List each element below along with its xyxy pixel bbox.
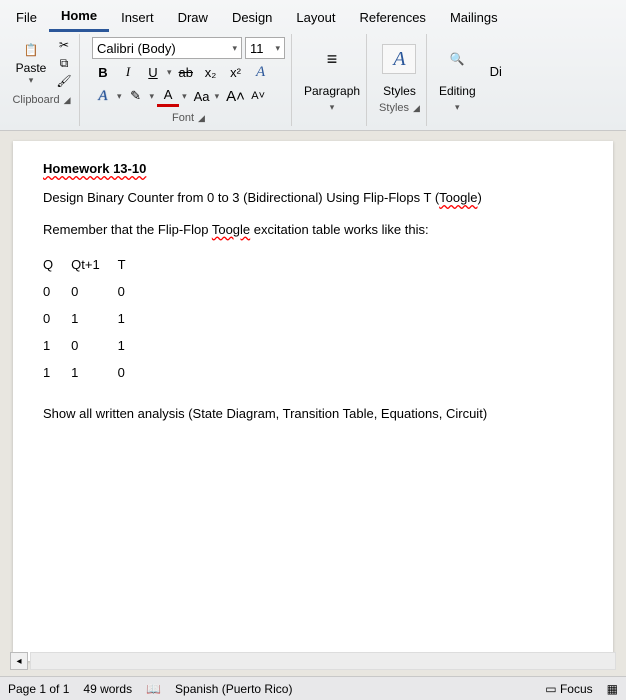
- font-size-select[interactable]: 11 ▾: [245, 37, 285, 59]
- table-row: 000: [43, 278, 144, 305]
- group-styles: A Styles Styles ◢: [373, 34, 427, 126]
- chevron-down-icon[interactable]: ▾: [455, 102, 460, 113]
- styles-label: Styles: [379, 84, 420, 98]
- chevron-down-icon: ▾: [182, 91, 187, 102]
- focus-icon: ▭: [545, 682, 556, 696]
- search-icon[interactable]: 🔍: [448, 50, 466, 68]
- group-clipboard: 📋 Paste ▾ ✂ ⧉ 🖌 Clipboard ◢: [4, 34, 80, 126]
- dialog-launcher-icon[interactable]: ◢: [64, 95, 71, 106]
- cutoff-text: Di: [488, 34, 502, 126]
- chevron-down-icon: ▾: [167, 67, 172, 78]
- status-bar: Page 1 of 1 49 words 📖 Spanish (Puerto R…: [0, 676, 626, 700]
- table-row: 011: [43, 305, 144, 332]
- change-case-button[interactable]: Aa: [190, 87, 212, 106]
- tab-draw[interactable]: Draw: [166, 4, 220, 31]
- ribbon-groups: 📋 Paste ▾ ✂ ⧉ 🖌 Clipboard ◢ Calibri (Bod…: [0, 32, 626, 130]
- superscript-button[interactable]: x²: [225, 63, 247, 82]
- grow-font-button[interactable]: A˄: [222, 86, 244, 107]
- doc-line-3: Show all written analysis (State Diagram…: [43, 404, 583, 424]
- table-header: Q Qt+1 T: [43, 251, 144, 278]
- chevron-down-icon: ▾: [117, 91, 122, 102]
- spellcheck-icon[interactable]: 📖: [146, 682, 161, 696]
- font-family-value: Calibri (Body): [97, 41, 176, 56]
- font-fill-button[interactable]: A: [92, 86, 114, 107]
- scroll-left-button[interactable]: ◂: [10, 652, 28, 670]
- chevron-down-icon: ▾: [275, 43, 280, 54]
- tab-references[interactable]: References: [347, 4, 437, 31]
- font-group-label: Font ◢: [92, 108, 285, 124]
- ribbon: File Home Insert Draw Design Layout Refe…: [0, 0, 626, 131]
- chevron-down-icon: ▾: [215, 91, 220, 102]
- editing-label: Editing: [439, 84, 476, 98]
- chevron-down-icon[interactable]: ▾: [330, 102, 335, 113]
- tab-design[interactable]: Design: [220, 4, 284, 31]
- paste-button[interactable]: 📋 Paste ▾: [10, 41, 52, 86]
- chevron-down-icon: ▾: [150, 91, 155, 102]
- text-effects-button[interactable]: A: [250, 62, 272, 83]
- cut-button[interactable]: ✂: [55, 36, 73, 54]
- read-mode-icon[interactable]: ▦: [607, 682, 618, 696]
- font-family-select[interactable]: Calibri (Body) ▾: [92, 37, 242, 59]
- strikethrough-button[interactable]: ab: [175, 63, 197, 82]
- table-row: 101: [43, 332, 144, 359]
- styles-gallery-button[interactable]: A: [382, 44, 416, 74]
- dialog-launcher-icon[interactable]: ◢: [198, 113, 205, 124]
- chevron-down-icon: ▾: [29, 75, 34, 86]
- font-color-button[interactable]: A: [157, 85, 179, 107]
- doc-line-1: Design Binary Counter from 0 to 3 (Bidir…: [43, 188, 583, 208]
- clipboard-group-label: Clipboard ◢: [10, 90, 73, 106]
- focus-mode-button[interactable]: ▭ Focus: [545, 682, 592, 696]
- table-row: 110: [43, 359, 144, 386]
- tab-insert[interactable]: Insert: [109, 4, 166, 31]
- chevron-down-icon: ▾: [232, 43, 237, 54]
- clipboard-icon: 📋: [22, 41, 40, 59]
- font-size-value: 11: [250, 41, 264, 56]
- doc-line-2: Remember that the Flip-Flop Toogle excit…: [43, 220, 583, 240]
- paste-label: Paste: [16, 61, 47, 75]
- document-page[interactable]: Homework 13-10 Design Binary Counter fro…: [13, 141, 613, 661]
- shrink-font-button[interactable]: A˅: [247, 88, 269, 104]
- tab-file[interactable]: File: [4, 4, 49, 31]
- tab-home[interactable]: Home: [49, 2, 109, 32]
- bold-button[interactable]: B: [92, 63, 114, 82]
- ribbon-tabs: File Home Insert Draw Design Layout Refe…: [0, 0, 626, 32]
- highlight-button[interactable]: ✎: [125, 86, 147, 106]
- group-font: Calibri (Body) ▾ 11 ▾ B I U ▾ ab x₂ x² A…: [86, 34, 292, 126]
- doc-title: Homework 13-10: [43, 161, 583, 176]
- paragraph-label: Paragraph: [304, 84, 360, 98]
- subscript-button[interactable]: x₂: [200, 63, 222, 82]
- tab-mailings[interactable]: Mailings: [438, 4, 510, 31]
- group-editing: 🔍 Editing ▾: [433, 34, 482, 126]
- word-count[interactable]: 49 words: [83, 682, 132, 696]
- font-label-text: Font: [172, 112, 194, 124]
- excitation-table: Q Qt+1 T 000 011 101 110: [43, 251, 144, 386]
- italic-button[interactable]: I: [117, 62, 139, 82]
- dialog-launcher-icon[interactable]: ◢: [413, 103, 420, 114]
- group-paragraph: ≡ Paragraph ▾: [298, 34, 367, 126]
- copy-button[interactable]: ⧉: [55, 54, 73, 72]
- page-indicator[interactable]: Page 1 of 1: [8, 682, 69, 696]
- underline-button[interactable]: U: [142, 63, 164, 82]
- clipboard-label-text: Clipboard: [12, 94, 59, 106]
- tab-layout[interactable]: Layout: [284, 4, 347, 31]
- styles-panel-label: Styles ◢: [379, 98, 420, 114]
- language-indicator[interactable]: Spanish (Puerto Rico): [175, 682, 292, 696]
- paragraph-icon[interactable]: ≡: [323, 50, 341, 68]
- horizontal-scrollbar[interactable]: [30, 652, 616, 670]
- format-painter-button[interactable]: 🖌: [55, 72, 73, 90]
